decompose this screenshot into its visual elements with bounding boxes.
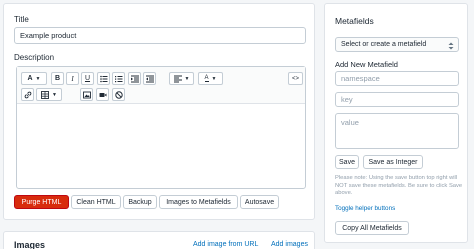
key-input[interactable]: key xyxy=(335,92,459,107)
clean-html-button[interactable]: Clean HTML xyxy=(71,195,121,209)
product-card: Title Example product Description A ▼ B … xyxy=(3,3,315,220)
numbered-list-icon xyxy=(114,75,122,82)
chevron-down-icon: ▼ xyxy=(184,75,190,82)
toggle-helper-buttons-link[interactable]: Toggle helper buttons xyxy=(335,205,395,212)
italic-icon: I xyxy=(71,74,74,83)
metafields-note: Please note: Using the save button top r… xyxy=(335,175,463,196)
purge-html-button[interactable]: Purge HTML xyxy=(14,195,69,209)
clear-formatting-button[interactable] xyxy=(112,88,125,101)
add-new-metafield-label: Add New Metafield xyxy=(335,60,398,69)
font-dropdown-button[interactable]: A ▼ xyxy=(21,72,47,85)
outdent-button[interactable] xyxy=(143,72,156,85)
add-image-from-url-link[interactable]: Add image from URL xyxy=(193,241,258,248)
save-metafield-button[interactable]: Save xyxy=(335,155,359,169)
table-icon xyxy=(41,90,49,99)
metafield-select-value: Select or create a metafield xyxy=(341,41,427,48)
title-value: Example product xyxy=(20,31,77,40)
bulleted-list-button[interactable] xyxy=(97,72,110,85)
backup-label: Backup xyxy=(128,198,152,206)
autosave-button[interactable]: Autosave xyxy=(240,195,279,209)
metafield-select[interactable]: Select or create a metafield xyxy=(335,37,459,52)
namespace-input[interactable]: namespace xyxy=(335,71,459,86)
add-images-link[interactable]: Add images xyxy=(271,241,308,248)
indent-icon xyxy=(130,75,139,82)
table-dropdown-button[interactable]: ▼ xyxy=(36,88,62,101)
video-icon xyxy=(99,92,106,97)
chevron-down-icon: ▼ xyxy=(211,75,217,82)
images-heading: Images xyxy=(14,240,46,249)
link-icon xyxy=(24,91,31,98)
copy-all-label: Copy All Metafields xyxy=(342,224,402,232)
numbered-list-button[interactable] xyxy=(112,72,125,85)
clean-html-label: Clean HTML xyxy=(76,198,116,206)
chevron-down-icon: ▼ xyxy=(35,75,41,82)
underline-icon: U xyxy=(84,75,91,82)
outdent-icon xyxy=(145,75,154,82)
description-label: Description xyxy=(14,53,55,62)
copy-all-metafields-button[interactable]: Copy All Metafields xyxy=(335,221,409,235)
bulleted-list-icon xyxy=(99,75,107,82)
font-icon: A xyxy=(27,75,33,82)
metafields-heading: Metafields xyxy=(335,16,374,26)
images-to-metafields-label: Images to Metafields xyxy=(166,198,231,206)
metafields-card: Metafields Select or create a metafield … xyxy=(324,3,468,243)
code-icon: <> xyxy=(291,75,299,82)
description-editor[interactable]: A ▼ B I U ▼ A ▼ <> ▼ xyxy=(16,66,306,189)
save-as-integer-label: Save as Integer xyxy=(368,158,418,166)
select-caret-icon xyxy=(448,42,454,50)
namespace-placeholder: namespace xyxy=(341,74,380,83)
bold-button[interactable]: B xyxy=(51,72,64,85)
bold-icon: B xyxy=(54,75,61,82)
align-left-icon xyxy=(173,75,182,82)
no-format-icon xyxy=(114,90,123,99)
autosave-label: Autosave xyxy=(244,198,275,206)
images-card: Images Add image from URL Add images xyxy=(3,231,315,249)
editor-toolbar: A ▼ B I U ▼ A ▼ <> ▼ xyxy=(17,67,305,104)
chevron-down-icon: ▼ xyxy=(52,91,57,98)
value-textarea[interactable]: value xyxy=(335,113,459,149)
text-color-button[interactable]: A ▼ xyxy=(198,72,223,85)
save-label: Save xyxy=(339,158,355,166)
title-input[interactable]: Example product xyxy=(14,27,306,44)
title-label: Title xyxy=(14,15,29,24)
code-view-button[interactable]: <> xyxy=(288,72,303,85)
purge-html-label: Purge HTML xyxy=(21,198,62,206)
insert-video-button[interactable] xyxy=(96,88,109,101)
text-color-icon: A xyxy=(204,75,209,82)
save-as-integer-button[interactable]: Save as Integer xyxy=(363,155,423,169)
key-placeholder: key xyxy=(341,95,353,104)
indent-button[interactable] xyxy=(128,72,141,85)
insert-image-button[interactable] xyxy=(80,88,93,101)
link-button[interactable] xyxy=(21,88,34,101)
backup-button[interactable]: Backup xyxy=(123,195,157,209)
italic-button[interactable]: I xyxy=(66,72,79,85)
images-to-metafields-button[interactable]: Images to Metafields xyxy=(159,195,238,209)
align-dropdown-button[interactable]: ▼ xyxy=(169,72,194,85)
image-icon xyxy=(82,91,91,98)
underline-button[interactable]: U xyxy=(81,72,94,85)
value-placeholder: value xyxy=(341,118,359,127)
